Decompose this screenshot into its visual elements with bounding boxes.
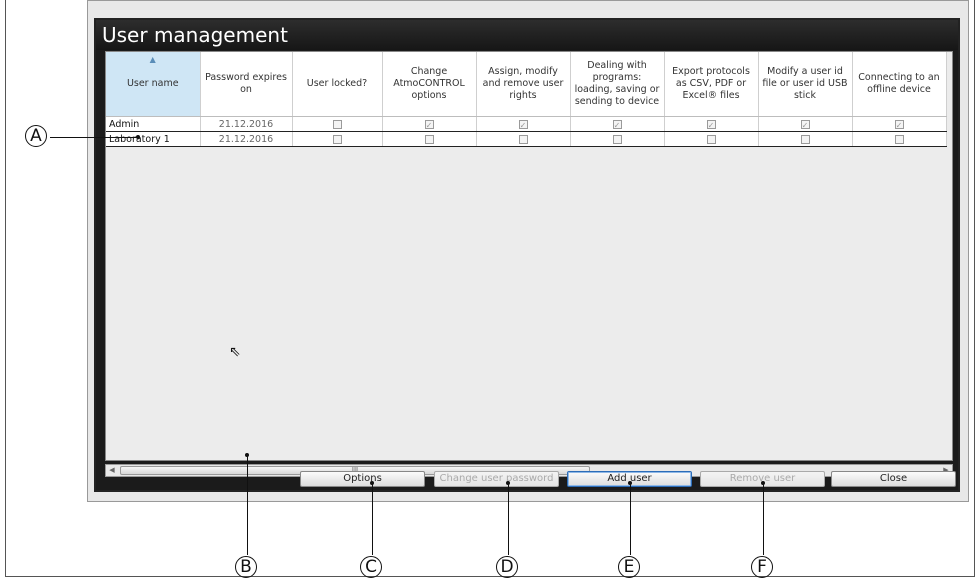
checkbox-unchecked[interactable] <box>518 134 528 144</box>
user-management-window: User management ▲ User name Password expir… <box>94 18 960 492</box>
permission-cell: ✓ <box>664 116 759 132</box>
user-name-cell[interactable]: Admin <box>106 116 201 132</box>
permission-cell: ✓ <box>476 116 571 132</box>
permission-cell <box>382 131 477 147</box>
column-header[interactable]: Dealing with programs: loading, saving o… <box>570 52 665 117</box>
user-table: ▲ User name Password expires on User locked… <box>106 52 947 147</box>
callout-e: E <box>618 556 640 578</box>
checkbox-checked[interactable]: ✓ <box>800 119 810 130</box>
checkbox-unchecked[interactable] <box>612 134 622 144</box>
permission-cell: ✓ <box>852 116 947 132</box>
column-header-label: Export protocols as CSV, PDF or Excel® f… <box>672 66 750 101</box>
column-header[interactable]: ▲ User name <box>106 52 201 117</box>
callout-a-dot <box>136 135 140 139</box>
user-name-cell[interactable]: Laboratory 1 <box>106 131 201 147</box>
options-button[interactable]: Options <box>300 471 425 487</box>
column-header-label: Dealing with programs: loading, saving o… <box>574 60 660 107</box>
checkbox-unchecked[interactable] <box>800 134 810 144</box>
checkbox-unchecked[interactable] <box>332 134 342 144</box>
checkbox-unchecked[interactable] <box>706 134 716 144</box>
column-header-label: User locked? <box>306 78 368 89</box>
checkbox-unchecked[interactable] <box>424 134 434 144</box>
callout-b-leader <box>247 455 248 555</box>
permission-cell <box>292 131 383 147</box>
column-header[interactable]: Connecting to an offline device <box>852 52 947 117</box>
callout-a: A <box>25 125 47 147</box>
checkbox-unchecked[interactable] <box>332 119 342 129</box>
callout-c: C <box>360 556 382 578</box>
permission-cell: ✓ <box>758 116 853 132</box>
password-expiry-cell: 21.12.2016 <box>200 116 293 132</box>
permission-cell: ✓ <box>382 116 477 132</box>
window-title: User management <box>96 20 958 50</box>
column-header[interactable]: Change AtmoCONTROL options <box>382 52 477 117</box>
sort-ascending-icon: ▲ <box>149 55 156 64</box>
callout-e-leader <box>630 483 631 555</box>
checkbox-checked[interactable]: ✓ <box>424 119 434 130</box>
table-header-row: ▲ User name Password expires on User locked… <box>106 52 947 117</box>
column-header[interactable]: Export protocols as CSV, PDF or Excel® f… <box>664 52 759 117</box>
column-header[interactable]: Assign, modify and remove user rights <box>476 52 571 117</box>
column-header[interactable]: User locked? <box>292 52 383 117</box>
table-row[interactable]: Laboratory 1 21.12.2016 <box>106 131 947 147</box>
permission-cell <box>758 131 853 147</box>
permission-cell <box>570 131 665 147</box>
checkbox-checked[interactable]: ✓ <box>706 119 716 130</box>
password-expiry-cell: 21.12.2016 <box>200 131 293 147</box>
permission-cell: ✓ <box>570 116 665 132</box>
column-header-label: User name <box>126 78 179 89</box>
permission-cell <box>292 116 383 132</box>
callout-d: D <box>496 556 518 578</box>
callout-a-leader <box>50 137 138 138</box>
mouse-pointer-icon: ⇖ <box>229 344 241 360</box>
checkbox-checked[interactable]: ✓ <box>612 119 622 130</box>
column-header-label: Password expires on <box>205 72 287 95</box>
checkbox-checked[interactable]: ✓ <box>518 119 528 130</box>
column-header-label: Change AtmoCONTROL options <box>393 66 465 101</box>
table-row[interactable]: Admin 21.12.2016 ✓ ✓ ✓ ✓ ✓ ✓ <box>106 116 947 132</box>
column-header[interactable]: Modify a user id file or user id USB sti… <box>758 52 853 117</box>
change-user-password-button[interactable]: Change user password <box>434 471 559 487</box>
callout-f: F <box>751 556 773 578</box>
checkbox-unchecked[interactable] <box>894 134 904 144</box>
callout-d-leader <box>508 483 509 555</box>
permission-cell <box>664 131 759 147</box>
column-header-label: Connecting to an offline device <box>858 72 940 95</box>
callout-b: B <box>235 556 257 578</box>
column-header-label: Assign, modify and remove user rights <box>482 66 564 101</box>
checkbox-checked[interactable]: ✓ <box>894 119 904 130</box>
permission-cell <box>476 131 571 147</box>
callout-f-leader <box>763 483 764 555</box>
scroll-left-arrow-icon[interactable]: ◀ <box>106 465 118 476</box>
user-table-area: ▲ User name Password expires on User locked… <box>105 51 953 461</box>
column-header-label: Modify a user id file or user id USB sti… <box>762 66 848 101</box>
permission-cell <box>852 131 947 147</box>
column-header[interactable]: Password expires on <box>200 52 293 117</box>
close-button[interactable]: Close <box>831 471 956 487</box>
callout-c-leader <box>372 483 373 555</box>
